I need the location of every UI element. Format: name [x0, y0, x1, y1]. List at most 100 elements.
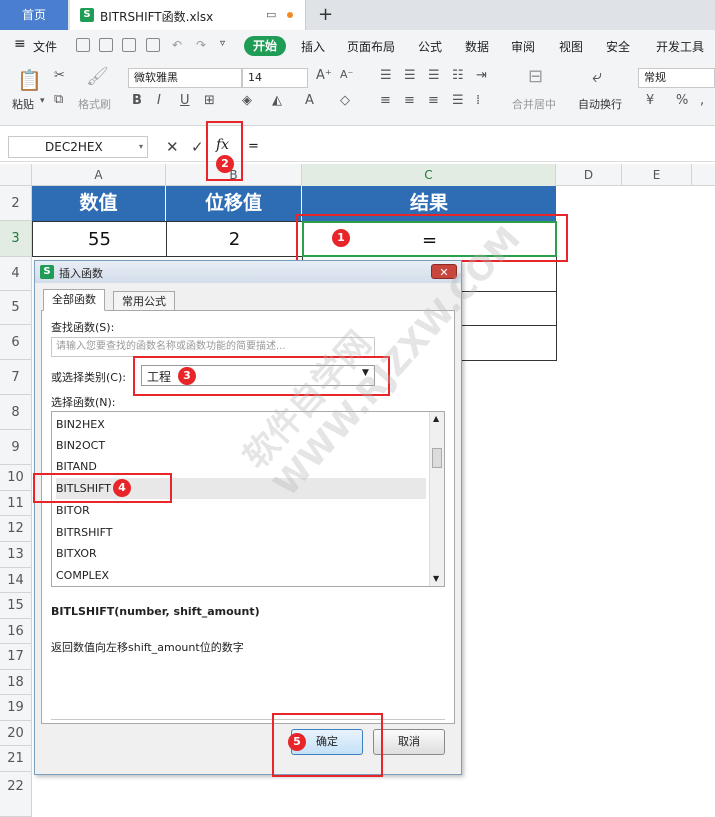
file-tab[interactable]: S BITRSHIFT函数.xlsx ▭	[70, 0, 306, 30]
row-header[interactable]: 3	[0, 221, 32, 257]
copy-icon[interactable]: ⧉	[54, 92, 63, 107]
row-header[interactable]: 17	[0, 644, 32, 670]
list-item[interactable]: BIN2HEX	[56, 414, 426, 435]
fill-color-icon[interactable]: ◈	[242, 93, 252, 108]
confirm-icon[interactable]: ✓	[191, 138, 204, 156]
row-header[interactable]: 19	[0, 695, 32, 721]
increase-font-icon[interactable]: A⁺	[316, 68, 332, 83]
menu-developer[interactable]: 开发工具	[656, 38, 704, 55]
row-header[interactable]: 20	[0, 721, 32, 746]
paste-button[interactable]: 粘贴	[12, 96, 34, 112]
merge-center-button[interactable]: 合并居中	[512, 96, 556, 112]
header-cell-value[interactable]: 数值	[32, 186, 166, 221]
indent-icon[interactable]: ⇥	[476, 68, 487, 83]
row-header[interactable]: 16	[0, 619, 32, 644]
format-painter-icon[interactable]: 🖌	[86, 66, 109, 87]
menu-view[interactable]: 视图	[559, 38, 583, 55]
menu-security[interactable]: 安全	[606, 38, 630, 55]
header-cell-shift[interactable]: 位移值	[166, 186, 302, 221]
list-item[interactable]: BIN2OCT	[56, 435, 426, 456]
row-header[interactable]: 12	[0, 516, 32, 542]
align-bottom-icon[interactable]: ☰	[428, 68, 440, 83]
merge-center-icon[interactable]: ⊟	[528, 66, 543, 87]
tab-all-functions[interactable]: 全部函数	[43, 289, 105, 311]
search-input[interactable]: 请输入您要查找的函数名称或函数功能的简要描述...	[51, 337, 375, 357]
monitor-icon[interactable]: ▭	[266, 8, 276, 21]
scrollbar[interactable]: ▲ ▼	[429, 412, 444, 586]
row-header[interactable]: 21	[0, 746, 32, 772]
wrap-text-button[interactable]: 自动换行	[578, 96, 622, 112]
orientation-icon[interactable]: ☷	[452, 68, 464, 83]
distributed-icon[interactable]: ⁞	[476, 93, 480, 108]
border-icon[interactable]: ⊞	[204, 93, 215, 108]
column-header-a[interactable]: A	[32, 164, 166, 186]
bold-icon[interactable]: B	[132, 93, 142, 108]
cut-icon[interactable]: ✂	[54, 68, 65, 83]
row-header[interactable]: 10	[0, 465, 32, 491]
undo-icon[interactable]: ↶	[172, 38, 182, 52]
menu-start[interactable]: 开始	[244, 36, 286, 56]
column-header-e[interactable]: E	[622, 164, 692, 186]
menu-insert[interactable]: 插入	[301, 38, 325, 55]
number-format-select[interactable]: 常规	[638, 68, 715, 88]
font-name-select[interactable]: 微软雅黑	[128, 68, 242, 88]
quick-access-more-icon[interactable]: ▿	[220, 38, 225, 49]
scroll-down-icon[interactable]: ▼	[433, 574, 439, 583]
wrap-text-icon[interactable]: ⤶	[592, 66, 602, 87]
font-size-select[interactable]: 14	[242, 68, 308, 88]
font-color-icon[interactable]: ◭	[272, 93, 282, 108]
list-item[interactable]: BITXOR	[56, 543, 426, 564]
list-item[interactable]: BITOR	[56, 500, 426, 521]
menu-review[interactable]: 审阅	[511, 38, 535, 55]
name-box[interactable]: DEC2HEX	[8, 136, 148, 158]
text-color-icon[interactable]: A	[305, 93, 314, 108]
row-header[interactable]: 13	[0, 542, 32, 568]
cancel-icon[interactable]: ✕	[166, 138, 179, 156]
column-header-c[interactable]: C	[302, 164, 556, 186]
select-all-corner[interactable]	[0, 164, 32, 186]
row-header[interactable]: 22	[0, 772, 32, 817]
align-left-icon[interactable]: ≡	[380, 93, 391, 108]
print-icon[interactable]	[122, 38, 136, 52]
row-header[interactable]: 18	[0, 670, 32, 695]
eraser-icon[interactable]: ◇	[340, 93, 350, 108]
row-header[interactable]: 9	[0, 430, 32, 465]
scroll-up-icon[interactable]: ▲	[433, 414, 439, 423]
menu-data[interactable]: 数据	[465, 38, 489, 55]
decrease-font-icon[interactable]: A⁻	[340, 68, 353, 81]
scrollbar-thumb[interactable]	[432, 448, 442, 468]
menu-file[interactable]: 文件	[33, 38, 57, 55]
clipboard-icon[interactable]: 📋	[17, 68, 42, 92]
row-header[interactable]: 5	[0, 291, 32, 325]
row-header[interactable]: 14	[0, 568, 32, 593]
tab-common-formulas[interactable]: 常用公式	[113, 291, 175, 311]
align-top-icon[interactable]: ☰	[380, 68, 392, 83]
underline-icon[interactable]: U	[180, 93, 190, 108]
paste-dropdown-icon[interactable]: ▾	[40, 96, 45, 106]
list-item[interactable]: COMPLEX	[56, 565, 426, 586]
cell-b3[interactable]: 2	[166, 221, 303, 257]
close-icon[interactable]: ✕	[431, 264, 457, 279]
formula-content[interactable]: =	[248, 139, 259, 154]
row-header[interactable]: 11	[0, 491, 32, 516]
row-header[interactable]: 7	[0, 360, 32, 395]
name-box-dropdown-icon[interactable]: ▾	[139, 142, 143, 151]
row-header[interactable]: 2	[0, 186, 32, 221]
format-painter-button[interactable]: 格式刷	[78, 96, 111, 112]
cell-a3[interactable]: 55	[32, 221, 167, 257]
currency-icon[interactable]: ¥	[646, 93, 654, 108]
menu-formula[interactable]: 公式	[418, 38, 442, 55]
percent-icon[interactable]: %	[676, 93, 688, 108]
redo-icon[interactable]: ↷	[196, 38, 206, 52]
row-header[interactable]: 6	[0, 325, 32, 360]
row-header[interactable]: 15	[0, 593, 32, 619]
save-icon[interactable]	[76, 38, 90, 52]
row-header[interactable]: 8	[0, 395, 32, 430]
list-item[interactable]: BITRSHIFT	[56, 522, 426, 543]
align-middle-icon[interactable]: ☰	[404, 68, 416, 83]
new-tab-button[interactable]: +	[318, 4, 333, 25]
preview-icon[interactable]	[146, 38, 160, 52]
align-right-icon[interactable]: ≡	[428, 93, 439, 108]
row-header[interactable]: 4	[0, 257, 32, 291]
justify-icon[interactable]: ☰	[452, 93, 464, 108]
